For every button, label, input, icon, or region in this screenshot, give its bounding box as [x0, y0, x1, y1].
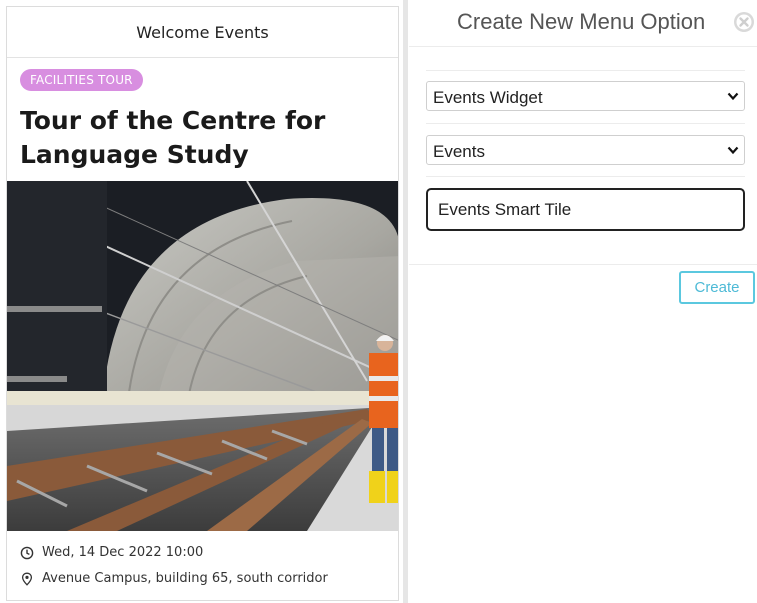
separator [426, 123, 745, 124]
clock-icon [20, 546, 34, 559]
event-location: Avenue Campus, building 65, south corrid… [20, 571, 328, 586]
event-date: Wed, 14 Dec 2022 10:00 [20, 545, 203, 560]
chevron-down-icon [727, 146, 739, 155]
chevron-down-icon [727, 92, 739, 101]
type-select-value: Events [433, 142, 485, 161]
separator [426, 70, 745, 71]
event-card[interactable]: Welcome Events FACILITIES TOUR Tour of t… [6, 6, 399, 601]
type-select[interactable]: Events [426, 135, 745, 165]
event-image [7, 181, 398, 531]
map-pin-icon [21, 572, 33, 586]
panel-divider[interactable] [403, 0, 408, 603]
card-header-title: Welcome Events [136, 22, 269, 42]
widget-select[interactable]: Events Widget [426, 81, 745, 111]
event-location-text: Avenue Campus, building 65, south corrid… [42, 571, 328, 586]
create-button[interactable]: Create [679, 271, 755, 304]
panel-header: Create New Menu Option [409, 0, 757, 47]
separator [409, 264, 757, 265]
close-circle-icon[interactable] [733, 11, 755, 33]
separator [426, 176, 745, 177]
event-title: Tour of the Centre for Language Study [20, 106, 326, 169]
create-menu-option-panel: Create New Menu Option Events Widget Eve… [409, 0, 757, 603]
widget-select-value: Events Widget [433, 88, 543, 107]
category-badge: FACILITIES TOUR [20, 69, 143, 91]
menu-name-input[interactable] [426, 188, 745, 231]
panel-title: Create New Menu Option [457, 9, 706, 34]
card-header: Welcome Events [7, 7, 398, 58]
event-date-text: Wed, 14 Dec 2022 10:00 [42, 545, 204, 560]
